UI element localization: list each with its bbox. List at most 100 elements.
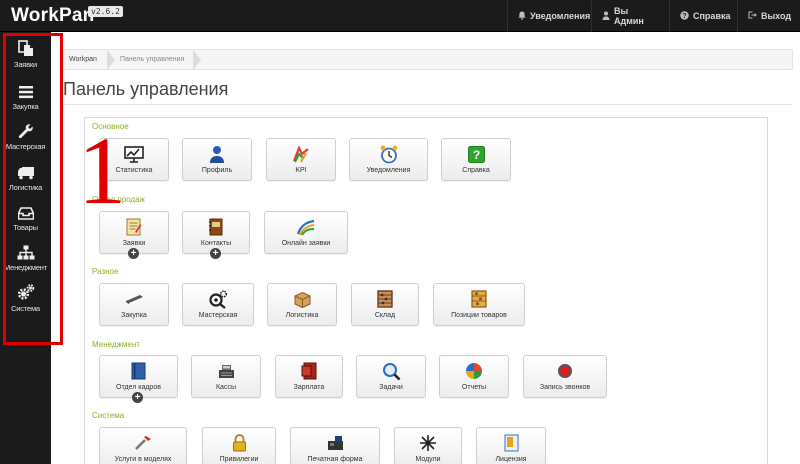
fax-printer-icon (291, 434, 379, 452)
tile-logistics[interactable]: Логистика (267, 283, 337, 326)
user-icon (602, 11, 610, 22)
sidebar-item-label: Мастерская (5, 142, 46, 151)
tile-salary[interactable]: Зарплата (275, 355, 343, 398)
tile-label: Склад (374, 312, 396, 319)
sidebar-item-label: Закупка (12, 102, 39, 111)
bell-icon (518, 11, 526, 22)
tile-label: Профиль (201, 167, 233, 174)
sidebar-item-requests[interactable]: Заявки (0, 35, 51, 76)
question-icon: ? (680, 10, 689, 22)
tile-label: Запись звонков (539, 384, 591, 391)
tile-tasks[interactable]: Задачи (356, 355, 426, 398)
svg-text:?: ? (682, 13, 686, 20)
sidebar-item-label: Заявки (13, 60, 38, 69)
tile-reports[interactable]: Отчеты (439, 355, 509, 398)
tile-product-positions[interactable]: Позиции товаров (433, 283, 525, 326)
tile-modules[interactable]: Модули (394, 427, 462, 464)
statistics-icon (100, 145, 168, 163)
sidebar-item-workshop[interactable]: Мастерская (0, 117, 51, 158)
breadcrumb-separator (193, 50, 201, 70)
svg-text:?: ? (472, 148, 479, 162)
help-book-icon: ? (442, 145, 510, 163)
breadcrumb-current: Панель управления (120, 56, 185, 63)
logout-icon (748, 11, 757, 21)
tile-label: Справка (462, 167, 490, 174)
tile-online-requests[interactable]: Онлайн заявки (264, 211, 348, 254)
tile-label: Мастерская (198, 312, 238, 319)
documents-icon (0, 35, 51, 57)
tile-print-form[interactable]: Печатная форма (290, 427, 380, 464)
title-divider (61, 104, 793, 105)
add-contact-plus-icon[interactable]: + (210, 248, 221, 259)
tile-profile[interactable]: Профиль (182, 138, 252, 181)
tools-icon (100, 434, 186, 452)
tile-help[interactable]: ? Справка (441, 138, 511, 181)
tile-label: Задачи (379, 384, 403, 391)
wrench-icon (0, 117, 51, 139)
list-icon (0, 77, 51, 99)
sidebar-item-management[interactable]: Менеджмент (0, 238, 51, 279)
version-badge: v2.6.2 (88, 6, 123, 17)
sidebar-item-system[interactable]: Система (0, 279, 51, 320)
breadcrumb: Workpan Панель управления (61, 49, 793, 70)
sidebar: Заявки Закупка Мастерская Логистика Това… (0, 32, 51, 464)
notifications-link[interactable]: Уведомления (507, 0, 591, 32)
section-label-sales: Отдел продаж (92, 195, 145, 204)
tile-label: Модули (415, 456, 441, 463)
tile-notifications[interactable]: Уведомления (349, 138, 428, 181)
tile-workshop[interactable]: Мастерская (182, 283, 254, 326)
sidebar-item-goods[interactable]: Товары (0, 198, 51, 239)
notifications-label: Уведомления (530, 11, 591, 21)
tile-label: Кассы (215, 384, 236, 391)
add-request-plus-icon[interactable]: + (128, 248, 139, 259)
tile-label: Заявки (122, 240, 146, 247)
box-icon (268, 290, 336, 308)
help-label: Справка (693, 11, 731, 21)
gears-icon (0, 279, 51, 301)
tile-call-recording[interactable]: Запись звонков (523, 355, 607, 398)
top-nav: Уведомления Вы Админ ? Справка Выход (507, 0, 800, 32)
tile-warehouse[interactable]: Склад (351, 283, 419, 326)
logout-label: Выход (761, 11, 792, 21)
alarm-clock-icon (350, 145, 427, 163)
cash-register-icon (192, 362, 260, 380)
tile-purchase[interactable]: Закупка (99, 283, 169, 326)
record-button-icon (524, 362, 606, 380)
shelves-icon (434, 290, 524, 308)
tile-model-services[interactable]: Услуги в моделях (99, 427, 187, 464)
tile-license[interactable]: Лицензия (476, 427, 546, 464)
tile-label: Отдел кадров (116, 384, 161, 391)
sidebar-item-purchase[interactable]: Закупка (0, 77, 51, 118)
sidebar-item-label: Логистика (8, 183, 43, 192)
tile-label: Услуги в моделях (114, 456, 172, 463)
address-book-icon (183, 218, 249, 236)
tile-statistics[interactable]: Статистика (99, 138, 169, 181)
tile-label: Уведомления (366, 167, 411, 174)
breadcrumb-home[interactable]: Workpan (69, 56, 97, 63)
online-requests-icon (265, 218, 347, 236)
network-icon (395, 434, 461, 452)
license-document-icon (477, 434, 545, 452)
tile-label: Привилегии (219, 456, 259, 463)
logout-link[interactable]: Выход (737, 0, 800, 32)
tile-privileges[interactable]: Привилегии (202, 427, 276, 464)
tile-label: Лицензия (495, 456, 527, 463)
tile-label: Закупка (121, 312, 147, 319)
tile-label: Контакты (200, 240, 232, 247)
brand-logo[interactable]: WorkPan (11, 5, 94, 27)
book-icon (100, 362, 177, 380)
tile-label: Статистика (115, 167, 153, 174)
sidebar-item-logistics[interactable]: Логистика (0, 158, 51, 199)
tile-label: Зарплата (293, 384, 325, 391)
magnifier-gear-icon (183, 289, 253, 309)
add-employee-plus-icon[interactable]: + (132, 392, 143, 403)
help-link[interactable]: ? Справка (669, 0, 737, 32)
tile-label: Отчеты (461, 384, 487, 391)
tile-kpi[interactable]: KPI (266, 138, 336, 181)
sidebar-item-label: Система (11, 304, 40, 313)
top-navbar: WorkPan v2.6.2 Уведомления Вы Админ ? Сп… (0, 0, 800, 32)
user-menu-label: Вы Админ (614, 6, 644, 26)
user-menu-link[interactable]: Вы Админ (591, 0, 669, 32)
notepad-icon (100, 218, 168, 236)
tile-cash-desks[interactable]: Кассы (191, 355, 261, 398)
